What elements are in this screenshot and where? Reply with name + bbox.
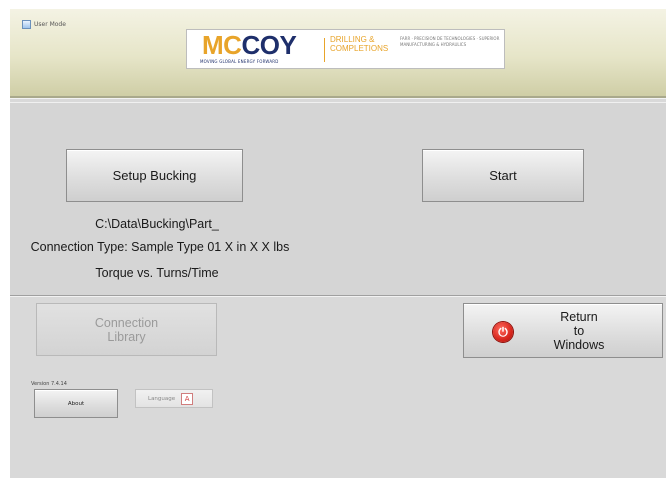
connection-library-button[interactable]: Connection Library (36, 303, 217, 356)
logo-division: DRILLING & COMPLETIONS (330, 35, 389, 53)
main-panel: Setup Bucking Start C:\Data\Bucking\Part… (10, 102, 666, 296)
return-line1: Return (560, 310, 598, 324)
language-button[interactable]: Language A (135, 389, 213, 408)
logo-wordmark: MCCOY (202, 30, 297, 60)
return-line3: Windows (553, 338, 605, 352)
connection-library-line2: Library (107, 329, 146, 344)
company-logo: MCCOY MOVING GLOBAL ENERGY FORWARD DRILL… (186, 29, 505, 69)
about-button[interactable]: About (34, 389, 118, 418)
logo-tagline: MOVING GLOBAL ENERGY FORWARD (200, 59, 279, 64)
logo-brand-part1: MC (202, 30, 242, 60)
user-mode-label: User Mode (34, 21, 66, 28)
checkbox-icon[interactable] (22, 20, 31, 29)
logo-brand-part2: COY (241, 30, 297, 60)
version-label: Version 7.4.14 (31, 381, 67, 387)
logo-divider (324, 38, 325, 62)
return-label: Return to Windows (524, 310, 634, 352)
connection-library-line1: Connection (94, 315, 159, 330)
header-bar: User Mode MCCOY MOVING GLOBAL ENERGY FOR… (10, 9, 666, 98)
start-button[interactable]: Start (422, 149, 584, 202)
chart-mode: Torque vs. Turns/Time (95, 266, 219, 280)
data-path: C:\Data\Bucking\Part_ (95, 217, 219, 231)
setup-bucking-button[interactable]: Setup Bucking (66, 149, 243, 202)
language-icon: A (181, 392, 194, 405)
return-line2: to (573, 324, 585, 338)
app-window: User Mode MCCOY MOVING GLOBAL ENERGY FOR… (10, 9, 666, 478)
logo-sub-brands: FARR · PRECISION DE TECHNOLOGIES · SUPER… (400, 36, 500, 47)
power-icon: ⏻ (493, 322, 513, 342)
connection-type: Connection Type: Sample Type 01 X in X X… (30, 240, 290, 254)
user-mode-toggle[interactable]: User Mode (22, 20, 66, 29)
language-label: Language (148, 395, 176, 402)
return-to-windows-button[interactable]: ⏻ Return to Windows (463, 303, 663, 358)
